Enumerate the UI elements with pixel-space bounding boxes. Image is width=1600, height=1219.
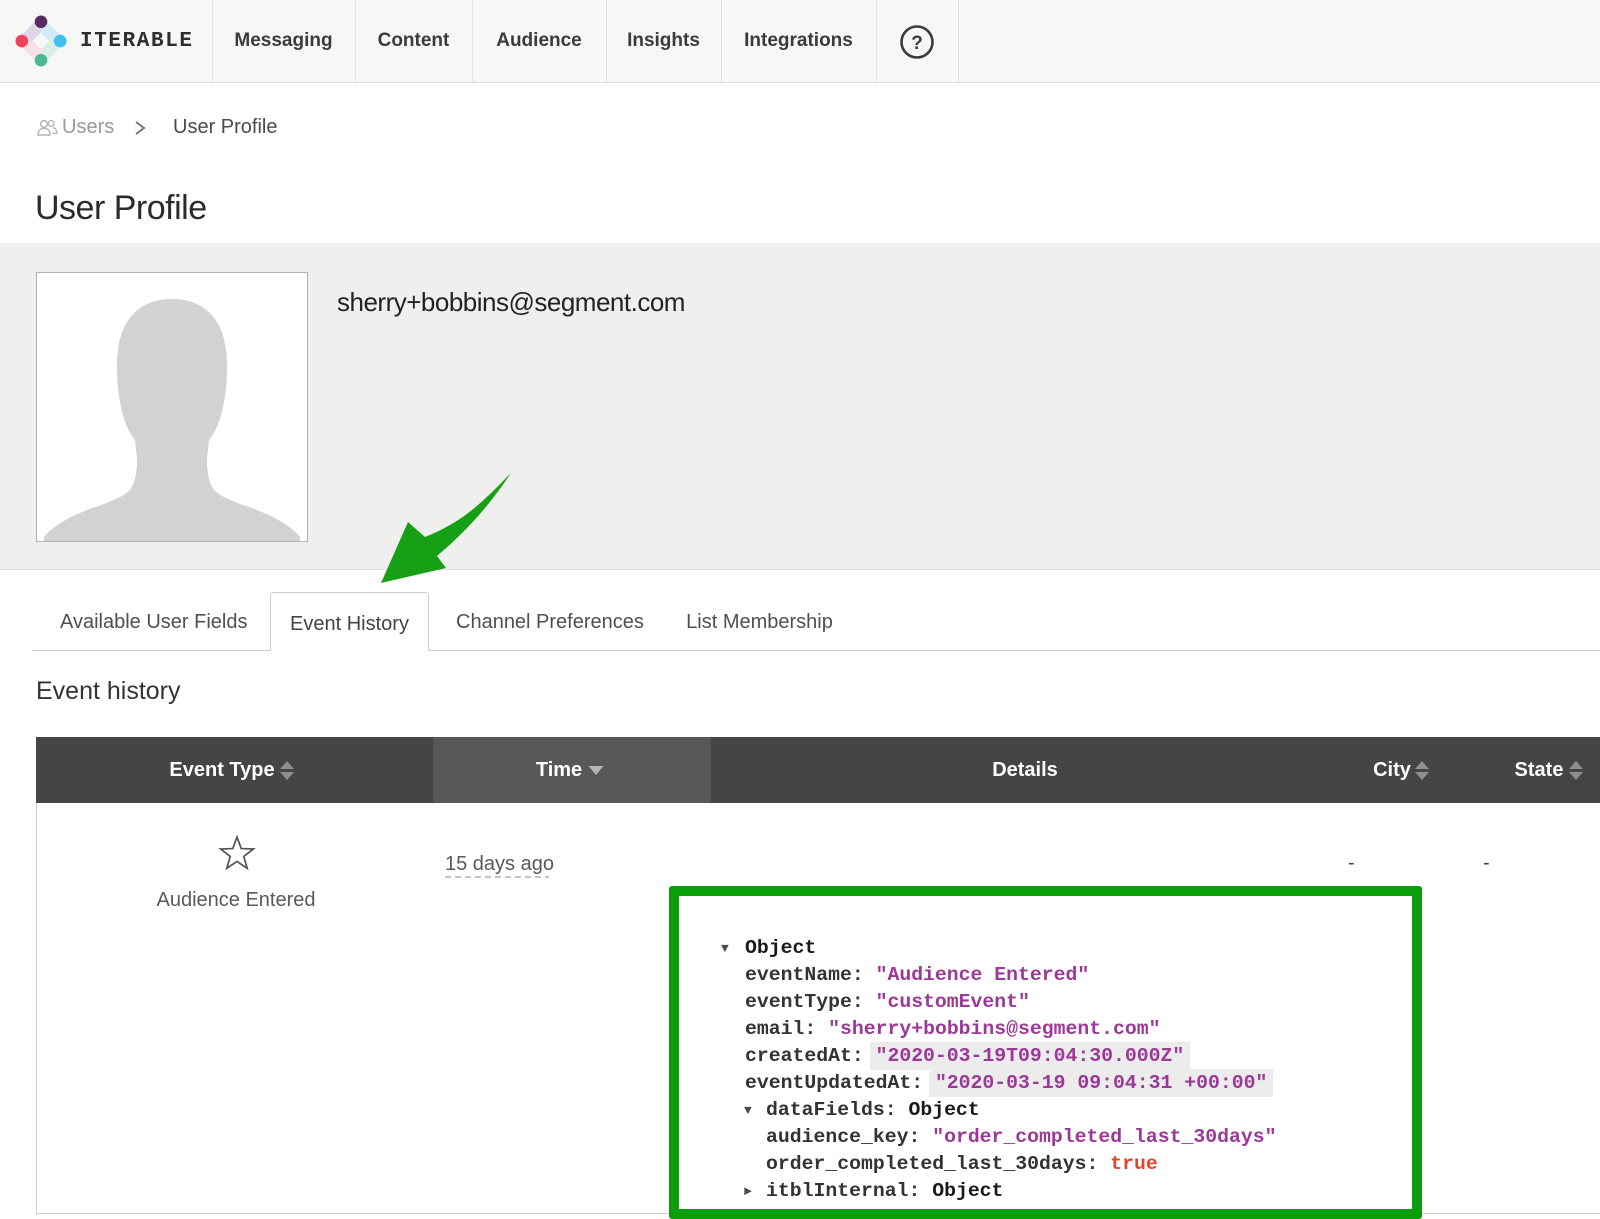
svg-text:?: ?: [911, 33, 923, 54]
